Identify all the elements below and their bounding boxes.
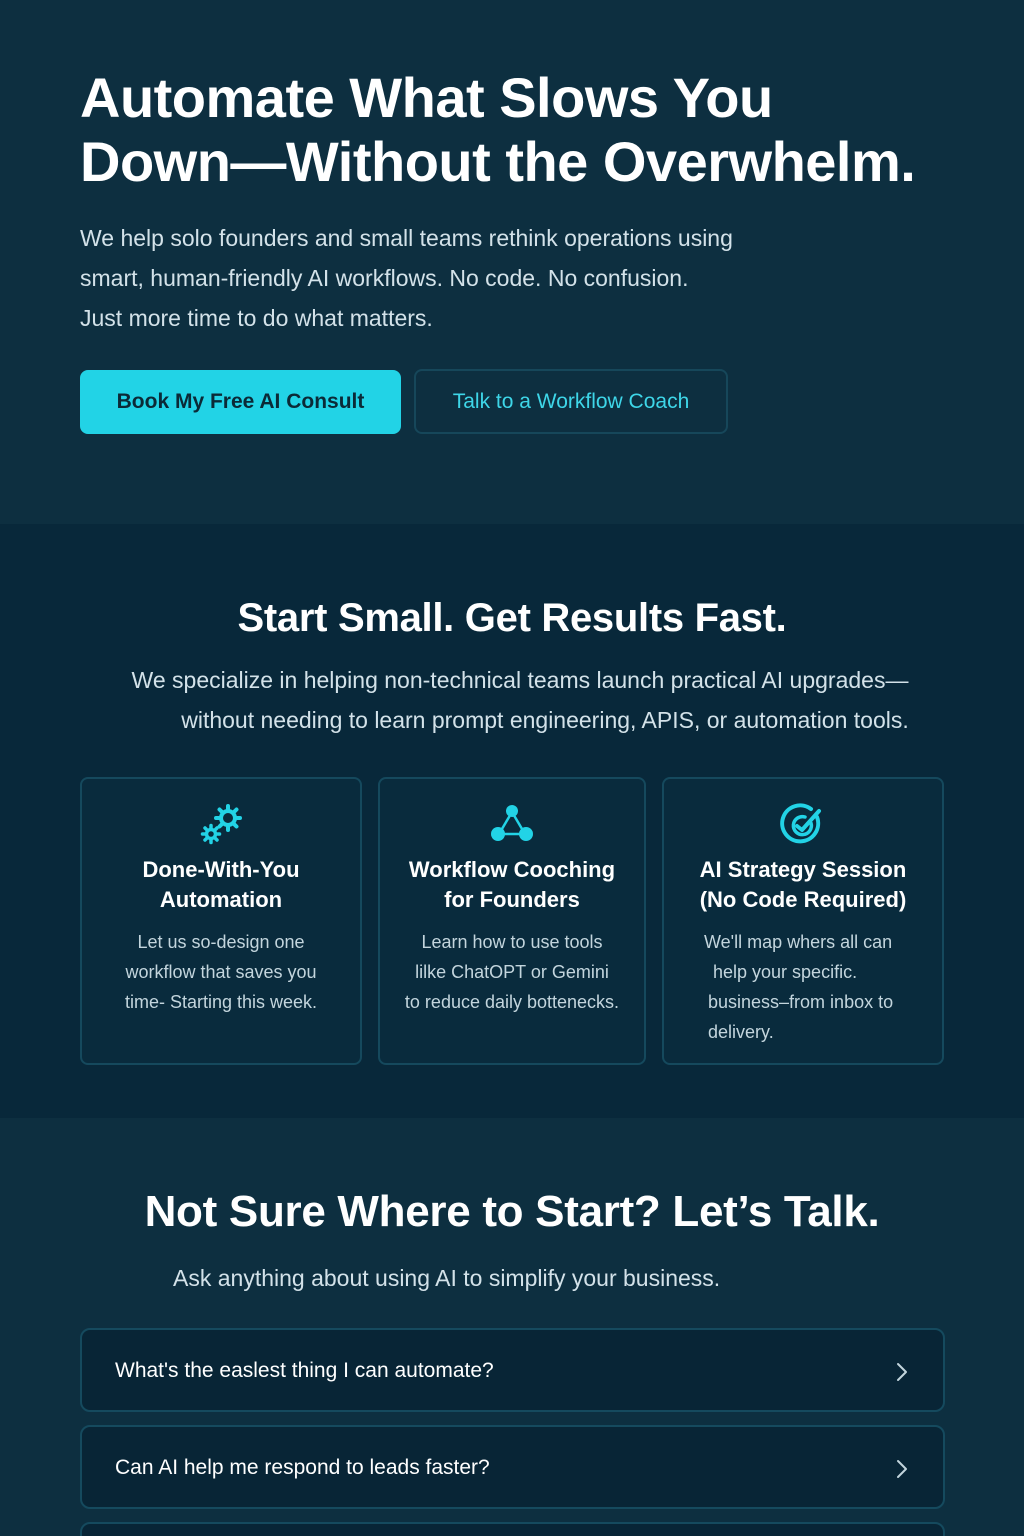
services-section: Start Small. Get Results Fast. We specia…: [0, 524, 1024, 1118]
hero-subtitle-line-1: We help solo founders and small teams re…: [80, 225, 733, 251]
gears-icon: [200, 804, 242, 845]
faq-item-easiest-automation[interactable]: What's the easlest thing I can automate?: [80, 1328, 945, 1412]
service-card-workflow-coaching: Workflow Cooching for Founders Learn how…: [378, 777, 646, 1065]
service-card-title: AI Strategy Session (No Code Required): [664, 855, 942, 915]
card-desc-line-4: delivery.: [708, 1022, 774, 1042]
faq-title: Not Sure Where to Start? Let’s Talk.: [144, 1187, 880, 1236]
talk-to-coach-button[interactable]: Talk to a Workflow Coach: [414, 369, 728, 434]
card-desc-line-3: time- Starting this week.: [124, 992, 318, 1012]
card-title-line-1: Done-With-You: [142, 857, 300, 882]
faq-subtitle: Ask anything about using AI to simplify …: [173, 1265, 721, 1291]
service-card-description: Learn how to use tools lilke ChatOPT or …: [380, 927, 644, 1017]
card-desc-line-3: to reduce daily bottenecks.: [404, 992, 620, 1012]
card-title-line-1: AI Strategy Session: [699, 857, 907, 882]
hero-title: Automate What Slows You Down—Without the…: [80, 66, 960, 194]
target-check-icon: [780, 803, 821, 844]
card-title-line-2: (No Code Required): [699, 887, 907, 912]
card-desc-line-1: Let us so-design one: [137, 932, 305, 952]
service-card-done-with-you: Done-With-You Automation Let us so-desig…: [80, 777, 362, 1065]
card-desc-line-2: workflow that saves you: [125, 962, 317, 982]
card-desc-line-2: lilke ChatOPT or Gemini: [415, 962, 609, 982]
faq-section: Not Sure Where to Start? Let’s Talk. Ask…: [0, 1118, 1024, 1536]
card-title-line-1: Workflow Cooching: [408, 857, 616, 882]
services-lead-line-1: We specialize in helping non-technical t…: [131, 667, 909, 693]
card-desc-line-2: help your specific.: [713, 962, 858, 982]
book-consult-button[interactable]: Book My Free AI Consult: [80, 370, 401, 434]
card-desc-line-1: Learn how to use tools: [421, 932, 603, 952]
faq-item-respond-to-leads[interactable]: Can AI help me respond to leads faster?: [80, 1425, 945, 1509]
service-card-description: Let us so-design one workflow that saves…: [82, 927, 360, 1017]
hero-subtitle: We help solo founders and small teams re…: [80, 218, 800, 338]
hero-section: Automate What Slows You Down—Without the…: [0, 0, 1024, 524]
service-card-title: Workflow Cooching for Founders: [380, 855, 644, 915]
card-title-line-2: Automation: [159, 887, 283, 912]
card-desc-line-1: We'll map whers all can: [704, 932, 893, 952]
service-card-title: Done-With-You Automation: [82, 855, 360, 915]
services-title: Start Small. Get Results Fast.: [237, 596, 787, 640]
services-lead-line-2: without needing to learn prompt engineer…: [181, 707, 909, 733]
hero-subtitle-line-3: Just more time to do what matters.: [80, 305, 433, 331]
service-card-description: We'll map whers all can help your specif…: [704, 927, 942, 1047]
hero-title-line-2: Down—Without the Overwhelm.: [80, 130, 916, 193]
hero-subtitle-line-2: smart, human-friendly AI workflows. No c…: [80, 265, 689, 291]
faq-item-partial[interactable]: [80, 1522, 945, 1536]
hero-title-line-1: Automate What Slows You: [80, 66, 773, 129]
card-title-line-2: for Founders: [444, 887, 580, 912]
chevron-right-icon: [897, 1363, 907, 1381]
faq-question: Can AI help me respond to leads faster?: [115, 1456, 490, 1479]
chevron-right-icon: [897, 1460, 907, 1478]
network-nodes-icon: [491, 805, 533, 841]
card-desc-line-3: business–from inbox to: [708, 992, 894, 1012]
faq-question: What's the easlest thing I can automate?: [115, 1359, 494, 1382]
service-card-ai-strategy: AI Strategy Session (No Code Required) W…: [662, 777, 944, 1065]
